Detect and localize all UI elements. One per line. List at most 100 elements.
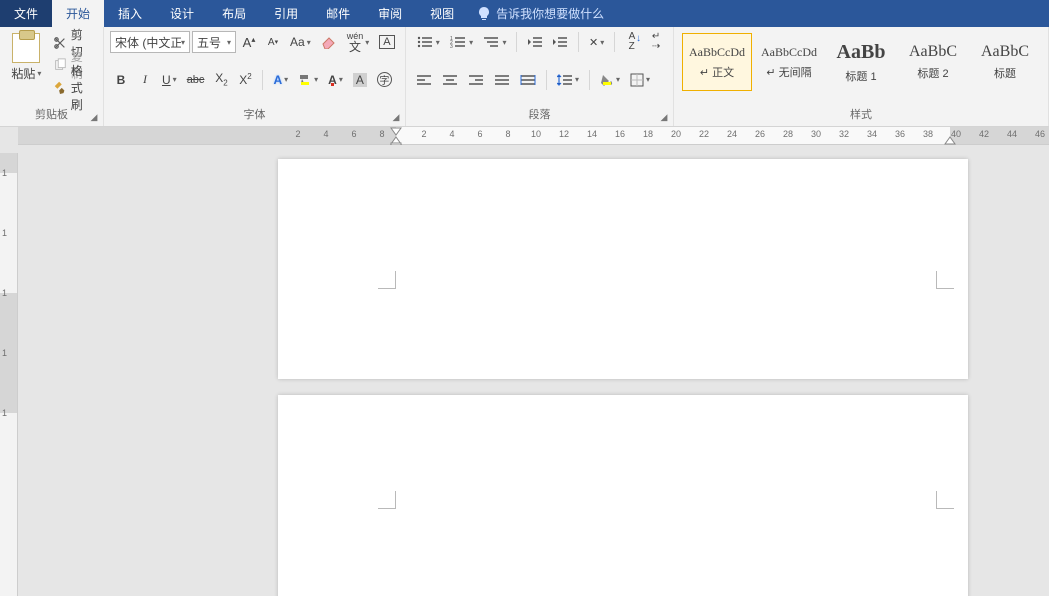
- group-paragraph: 123 ✕ AZ↓ ↵⇢ 段落 ◢: [406, 27, 674, 126]
- style-preview: AaBbCcDd: [761, 45, 817, 60]
- paste-button[interactable]: 粘贴 ▾: [6, 31, 47, 84]
- subscript-icon: X2: [215, 71, 227, 87]
- tab-review[interactable]: 审阅: [364, 0, 416, 27]
- style-name-label: ↵ 正文: [700, 64, 734, 80]
- ruler-left-margin: [18, 127, 396, 144]
- justify-button[interactable]: [490, 69, 514, 91]
- align-left-icon: [416, 74, 432, 86]
- paragraph-dialog-launcher[interactable]: ◢: [658, 111, 670, 123]
- numbering-button[interactable]: 123: [445, 31, 476, 53]
- bold-button[interactable]: B: [110, 69, 132, 91]
- bulb-icon: [478, 7, 490, 21]
- subscript-button[interactable]: X2: [210, 69, 232, 91]
- superscript-button[interactable]: X2: [234, 69, 256, 91]
- align-left-button[interactable]: [412, 69, 436, 91]
- align-center-icon: [442, 74, 458, 86]
- phonetic-icon: wén文: [347, 32, 364, 53]
- tab-mail[interactable]: 邮件: [312, 0, 364, 27]
- borders-icon: [630, 73, 644, 87]
- change-case-button[interactable]: Aa: [286, 31, 315, 53]
- line-spacing-icon: [557, 73, 573, 87]
- ruler-number: 24: [727, 129, 737, 139]
- clipboard-dialog-launcher[interactable]: ◢: [88, 111, 100, 123]
- borders-button[interactable]: [626, 69, 654, 91]
- sort-button[interactable]: AZ↓: [621, 31, 643, 53]
- character-shading-button[interactable]: A: [349, 69, 371, 91]
- ruler-number: 1: [2, 408, 7, 418]
- line-spacing-button[interactable]: [553, 69, 583, 91]
- tab-design[interactable]: 设计: [156, 0, 208, 27]
- distributed-button[interactable]: [516, 69, 540, 91]
- tab-home[interactable]: 开始: [52, 0, 104, 27]
- tab-layout[interactable]: 布局: [208, 0, 260, 27]
- phonetic-guide-button[interactable]: wén文: [343, 31, 374, 53]
- vertical-ruler[interactable]: 11111: [0, 153, 18, 596]
- ruler-number: 34: [867, 129, 877, 139]
- shrink-font-button[interactable]: A▾: [262, 31, 284, 53]
- character-border-button[interactable]: A: [375, 31, 398, 53]
- paste-label: 粘贴: [11, 65, 35, 82]
- multilevel-list-button[interactable]: [479, 31, 510, 53]
- separator: [578, 32, 579, 52]
- clear-formatting-button[interactable]: [317, 31, 341, 53]
- ruler-number: 28: [783, 129, 793, 139]
- shading-button[interactable]: [596, 69, 624, 91]
- document-viewport[interactable]: [18, 145, 1049, 596]
- horizontal-ruler[interactable]: 8642246810121416182022242628303234363840…: [18, 127, 1049, 145]
- tab-view[interactable]: 视图: [416, 0, 468, 27]
- group-clipboard: 粘贴 ▾ 剪切 复制 格式刷 剪贴板 ◢: [0, 27, 104, 126]
- format-painter-label: 格式刷: [71, 62, 93, 113]
- page-2[interactable]: [278, 395, 968, 596]
- superscript-icon: X2: [239, 72, 251, 87]
- highlight-button[interactable]: [294, 69, 322, 91]
- show-marks-button[interactable]: ↵⇢: [645, 31, 667, 53]
- first-line-indent-marker[interactable]: [390, 127, 402, 136]
- increase-indent-button[interactable]: [549, 31, 573, 53]
- strikethrough-button[interactable]: abc: [183, 69, 209, 91]
- font-dialog-launcher[interactable]: ◢: [390, 111, 402, 123]
- underline-icon: U: [162, 73, 171, 87]
- grow-font-button[interactable]: A▴: [238, 31, 260, 53]
- tell-me-search[interactable]: 告诉我你想要做什么: [468, 0, 614, 27]
- italic-button[interactable]: I: [134, 69, 156, 91]
- font-color-button[interactable]: A: [324, 69, 347, 91]
- font-name-combo[interactable]: 宋体 (中文正文)▾: [110, 31, 190, 53]
- style-item-标题 2[interactable]: AaBbC标题 2: [898, 33, 968, 91]
- justify-icon: [494, 74, 510, 86]
- align-right-button[interactable]: [464, 69, 488, 91]
- ruler-number: 8: [505, 129, 510, 139]
- copy-icon: [53, 58, 67, 72]
- bullets-button[interactable]: [412, 31, 443, 53]
- asian-layout-button[interactable]: ✕: [585, 31, 608, 53]
- format-painter-button[interactable]: 格式刷: [49, 77, 97, 97]
- text-effects-button[interactable]: A: [269, 69, 292, 91]
- style-preview: AaBbCcDd: [689, 45, 745, 60]
- styles-gallery[interactable]: AaBbCcDd↵ 正文AaBbCcDd↵ 无间隔AaBb标题 1AaBbC标题…: [680, 31, 1042, 93]
- chevron-down-icon: ▾: [37, 69, 41, 78]
- shrink-font-icon: A▾: [268, 37, 278, 48]
- decrease-indent-button[interactable]: [523, 31, 547, 53]
- page-1[interactable]: [278, 159, 968, 379]
- char-shading-icon: A: [353, 73, 367, 87]
- style-item-标题 1[interactable]: AaBb标题 1: [826, 33, 896, 91]
- tab-file[interactable]: 文件: [0, 0, 52, 27]
- style-item-标题[interactable]: AaBbC标题: [970, 33, 1040, 91]
- tab-insert[interactable]: 插入: [104, 0, 156, 27]
- pilcrow-icon: ↵⇢: [652, 32, 660, 52]
- group-label-clipboard: 剪贴板: [6, 106, 97, 124]
- margin-corner-mark: [378, 491, 396, 509]
- style-item-正文[interactable]: AaBbCcDd ↵ 正文: [682, 33, 752, 91]
- enclose-characters-button[interactable]: 字: [373, 69, 396, 91]
- margin-corner-mark: [378, 271, 396, 289]
- tab-references[interactable]: 引用: [260, 0, 312, 27]
- ruler-number: 44: [1007, 129, 1017, 139]
- align-center-button[interactable]: [438, 69, 462, 91]
- style-name-label: 标题 2: [917, 65, 948, 81]
- ruler-number: 42: [979, 129, 989, 139]
- ruler-number: 18: [643, 129, 653, 139]
- style-item-无间隔[interactable]: AaBbCcDd↵ 无间隔: [754, 33, 824, 91]
- ruler-number: 1: [2, 288, 7, 298]
- underline-button[interactable]: U: [158, 69, 181, 91]
- font-size-combo[interactable]: 五号▾: [192, 31, 236, 53]
- hanging-indent-marker[interactable]: [390, 136, 402, 145]
